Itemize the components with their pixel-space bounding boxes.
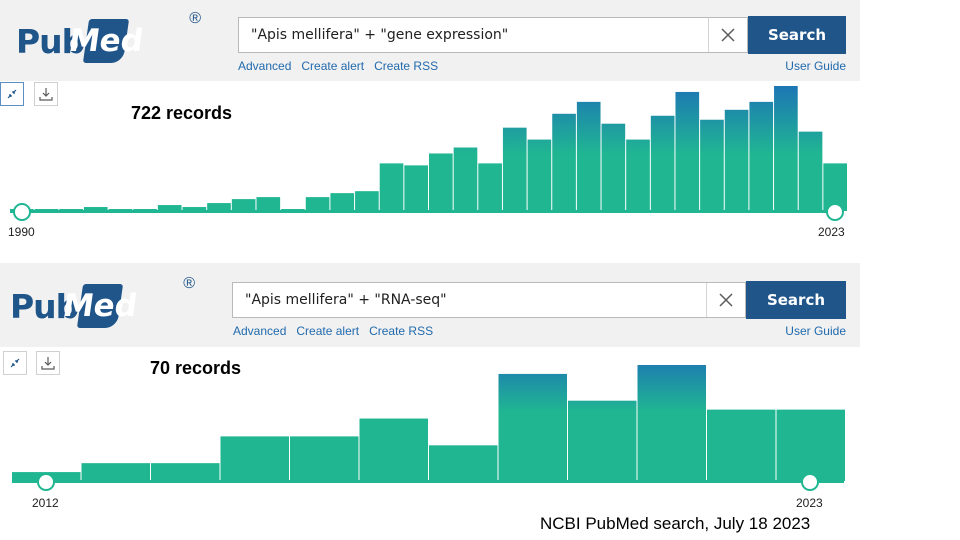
histogram-bar-2005[interactable] bbox=[379, 163, 404, 211]
timeline-track bbox=[12, 480, 844, 483]
histogram-bar-2023[interactable] bbox=[776, 409, 846, 481]
histogram-bar-2016[interactable] bbox=[290, 436, 359, 481]
histogram-bar-2020[interactable] bbox=[568, 400, 637, 481]
histogram-bar-2009[interactable] bbox=[478, 163, 502, 211]
histogram-bar-2007[interactable] bbox=[429, 153, 453, 211]
timeline-end-handle[interactable] bbox=[826, 203, 844, 221]
timeline-histogram bbox=[12, 365, 846, 491]
histogram-bar-2013[interactable] bbox=[81, 463, 151, 481]
histogram-bar-2022[interactable] bbox=[707, 409, 776, 481]
histogram-bar-2011[interactable] bbox=[527, 139, 552, 211]
histogram-bar-2003[interactable] bbox=[330, 193, 355, 211]
timeline-start-label: 2012 bbox=[32, 496, 59, 510]
timeline-end-label: 2023 bbox=[796, 496, 823, 510]
histogram-bar-2013[interactable] bbox=[576, 101, 601, 211]
histogram-bar-2019[interactable] bbox=[498, 373, 568, 481]
histogram-bar-2022[interactable] bbox=[798, 131, 823, 211]
timeline-end-label: 2023 bbox=[818, 225, 845, 239]
histogram-bar-2006[interactable] bbox=[404, 165, 428, 211]
histogram-bar-2021[interactable] bbox=[637, 365, 707, 481]
histogram-bar-2016[interactable] bbox=[650, 115, 675, 211]
timeline-histogram bbox=[10, 86, 847, 221]
histogram-bar-2020[interactable] bbox=[749, 101, 774, 211]
timeline-track bbox=[10, 210, 838, 213]
histogram-bar-2000[interactable] bbox=[256, 197, 281, 211]
histogram-bar-2002[interactable] bbox=[305, 197, 330, 211]
histogram-bar-2017[interactable] bbox=[675, 91, 700, 211]
histogram-bar-2012[interactable] bbox=[552, 113, 576, 211]
histogram-bar-2019[interactable] bbox=[724, 109, 749, 211]
histogram-bar-2015[interactable] bbox=[220, 436, 290, 481]
timeline-start-handle[interactable] bbox=[13, 203, 31, 221]
histogram-bar-2015[interactable] bbox=[626, 139, 650, 211]
figure-caption: NCBI PubMed search, July 18 2023 bbox=[540, 514, 811, 533]
histogram-bar-2018[interactable] bbox=[429, 445, 498, 481]
histogram-bar-1998[interactable] bbox=[207, 203, 231, 211]
histogram-bar-2014[interactable] bbox=[601, 123, 626, 211]
timeline-start-label: 1990 bbox=[8, 225, 35, 239]
histogram-bar-2021[interactable] bbox=[774, 86, 798, 211]
histogram-bar-2017[interactable] bbox=[359, 418, 429, 481]
histogram-bar-1999[interactable] bbox=[231, 199, 256, 211]
search-panel-gene-expression: Pub Med ® Search Advanced Create alert C… bbox=[0, 0, 860, 245]
histogram-bar-2004[interactable] bbox=[355, 191, 379, 211]
histogram-bar-2018[interactable] bbox=[700, 119, 724, 211]
histogram-bar-2014[interactable] bbox=[151, 463, 220, 481]
timeline-start-handle[interactable] bbox=[37, 473, 55, 491]
search-panel-rna-seq: Pub Med ® Search Advanced Create alert C… bbox=[0, 263, 860, 513]
histogram-bar-2008[interactable] bbox=[453, 147, 478, 211]
histogram-bar-2010[interactable] bbox=[502, 127, 527, 211]
timeline-end-handle[interactable] bbox=[801, 473, 819, 491]
